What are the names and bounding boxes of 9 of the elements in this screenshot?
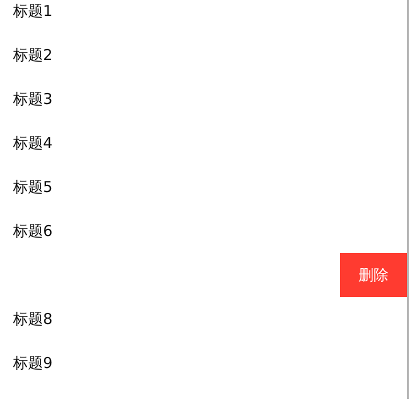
list-item-title: 标题6 [13,222,53,240]
list-item-title: 标题3 [13,90,53,108]
list-item-title: 标题8 [13,310,53,328]
list-item-title: 标题1 [13,2,53,20]
list-item-title: 标题2 [13,46,53,64]
list-item-title: 标题9 [13,354,53,372]
list-item-title: 标题4 [13,134,53,152]
list-item-title: 标题5 [13,178,53,196]
delete-button[interactable]: 删除 [340,253,407,297]
